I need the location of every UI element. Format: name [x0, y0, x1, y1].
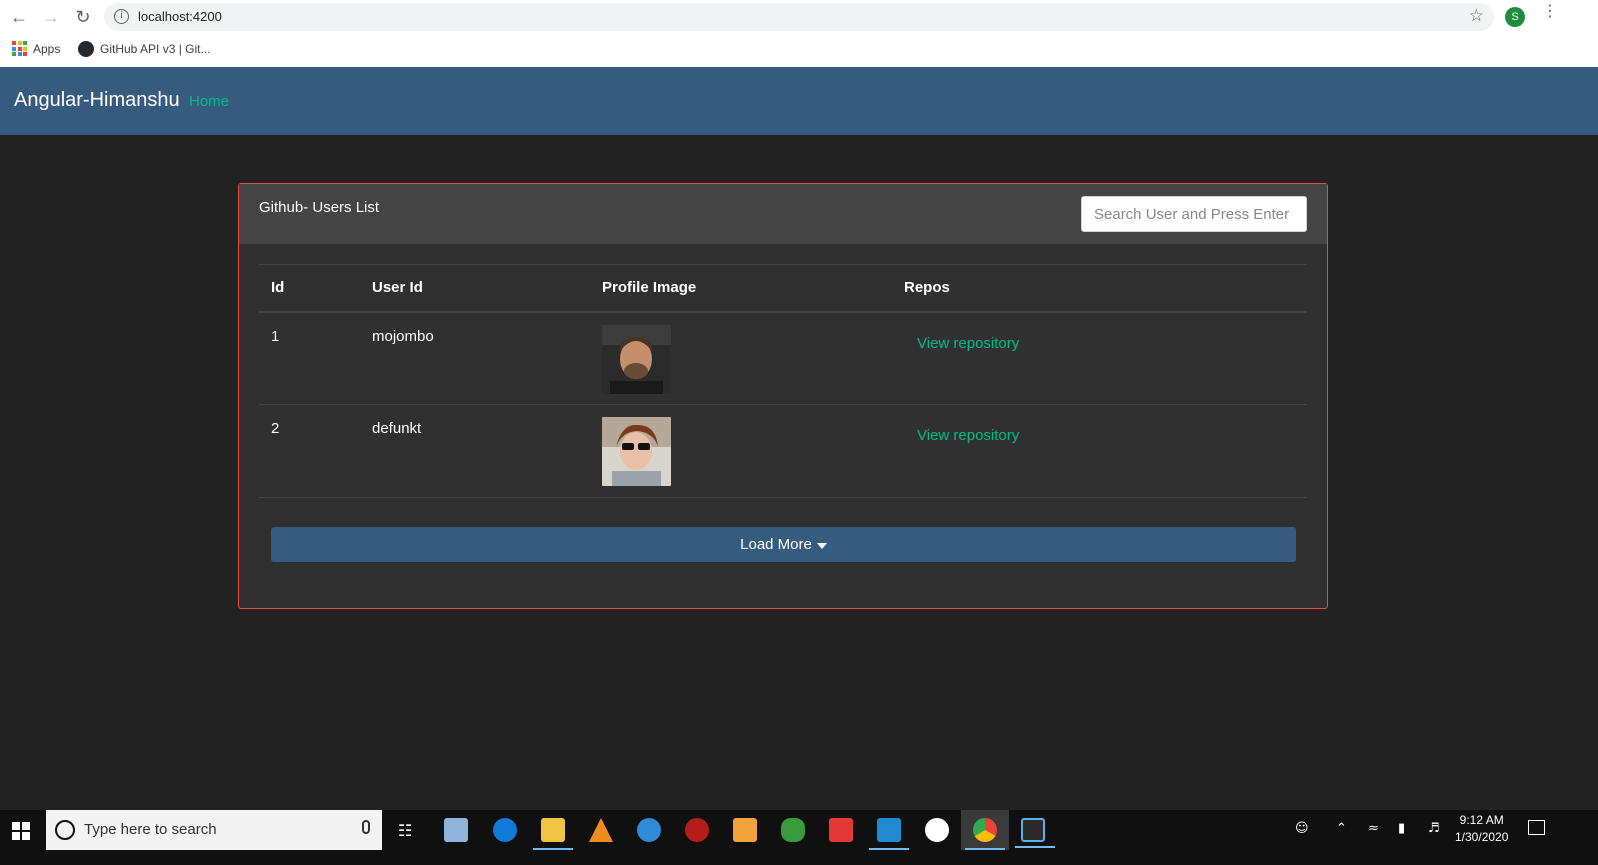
file-viewer-app-icon[interactable] [444, 818, 468, 842]
nav-link-home[interactable]: Home [189, 93, 229, 110]
site-info-icon[interactable]: i [114, 9, 129, 24]
url-text: localhost:4200 [138, 9, 222, 24]
chrome-icon[interactable] [965, 818, 1005, 850]
view-repository-link[interactable]: View repository [917, 335, 1019, 352]
users-table: Id User Id Profile Image Repos 1 mojombo [259, 264, 1307, 498]
cortana-icon [55, 820, 75, 840]
address-bar[interactable]: i localhost:4200 ☆ [104, 3, 1494, 31]
cell-user-id: mojombo [372, 327, 434, 345]
column-header-user-id: User Id [372, 279, 423, 297]
clock-time: 9:12 AM [1459, 813, 1504, 827]
app-navbar: Angular-Himanshu Home [0, 67, 1598, 135]
apps-grid-icon [12, 41, 27, 56]
table-row: 1 mojombo View repository [259, 312, 1307, 405]
avatar-defunkt [602, 417, 671, 486]
browser-menu-icon[interactable]: ⋮ [1542, 3, 1558, 19]
column-header-repos: Repos [904, 279, 950, 297]
users-card: Github- Users List Id User Id Profile Im… [238, 183, 1328, 609]
table-row: 2 defunkt View repository [259, 405, 1307, 498]
caret-down-icon [816, 542, 827, 549]
column-header-id: Id [271, 279, 285, 297]
cell-repos: View repository [892, 312, 1307, 405]
windows-start-icon[interactable] [12, 822, 30, 840]
livewriter-icon[interactable] [733, 818, 757, 842]
file-explorer-icon[interactable] [533, 818, 573, 850]
taskbar-search-box[interactable]: Type here to search [46, 810, 382, 850]
cell-profile-image [590, 405, 892, 498]
volume-icon[interactable]: ♬ [1428, 821, 1440, 836]
vlc-icon[interactable] [589, 818, 613, 842]
mongodb-compass-icon[interactable] [925, 818, 949, 842]
search-user-input[interactable] [1081, 196, 1307, 232]
view-repository-link[interactable]: View repository [917, 427, 1019, 444]
cell-user-id: defunkt [372, 420, 422, 437]
clock-date: 1/30/2020 [1455, 830, 1509, 844]
battery-icon[interactable]: ▮ [1398, 821, 1405, 836]
bookmark-label: Apps [33, 41, 61, 56]
navbar-brand[interactable]: Angular-Himanshu [14, 89, 180, 112]
table-header-row: Id User Id Profile Image Repos [259, 264, 1307, 312]
cell-profile-image [590, 312, 892, 405]
avatar-mojombo [602, 324, 671, 394]
profile-avatar[interactable]: S [1505, 7, 1525, 27]
thunderbird-icon[interactable] [637, 818, 661, 842]
back-arrow-icon[interactable]: ← [8, 6, 30, 28]
cell-id: 2 [271, 420, 280, 437]
browser-toolbar: ← → ↻ i localhost:4200 ☆ S ⋮ [0, 0, 1598, 33]
column-header-profile-image: Profile Image [602, 279, 697, 297]
windows-taskbar: Type here to search ☷ ☺ ⌃ ≈ ▮ ♬ 9:12 AM … [0, 810, 1598, 865]
anydesk-icon[interactable] [829, 818, 853, 842]
cell-id: 1 [271, 327, 280, 345]
editor-app-icon[interactable] [1015, 818, 1055, 848]
notification-center-icon[interactable] [1528, 820, 1545, 835]
wifi-icon[interactable]: ≈ [1368, 821, 1379, 836]
reload-icon[interactable]: ↻ [72, 6, 94, 28]
people-icon[interactable]: ☺ [1295, 821, 1309, 836]
screen-recorder-icon[interactable] [685, 818, 709, 842]
bookmark-star-icon[interactable]: ☆ [1469, 6, 1484, 26]
microphone-icon[interactable] [362, 820, 370, 834]
task-view-icon[interactable]: ☷ [398, 821, 412, 840]
card-title: Github- Users List [259, 199, 380, 216]
taskbar-search-placeholder: Type here to search [84, 821, 217, 838]
bookmark-apps[interactable]: Apps [12, 41, 60, 56]
chevron-up-icon[interactable]: ⌃ [1336, 821, 1347, 836]
cell-repos: View repository [892, 405, 1307, 498]
card-header: Github- Users List [239, 184, 1327, 244]
vscode-icon[interactable] [869, 818, 909, 850]
bookmarks-bar: Apps GitHub API v3 | Git... [0, 33, 1598, 67]
bookmark-label: GitHub API v3 | Git... [100, 42, 211, 56]
load-more-button[interactable]: Load More [271, 527, 1296, 562]
taskbar-clock[interactable]: 9:12 AM 1/30/2020 [1455, 812, 1508, 846]
edge-icon[interactable] [493, 818, 517, 842]
bookmark-github-api[interactable]: GitHub API v3 | Git... [78, 41, 211, 57]
shield-app-icon[interactable] [781, 818, 805, 842]
load-more-label: Load More [740, 536, 812, 553]
forward-arrow-icon[interactable]: → [40, 6, 62, 28]
github-icon [78, 41, 94, 57]
